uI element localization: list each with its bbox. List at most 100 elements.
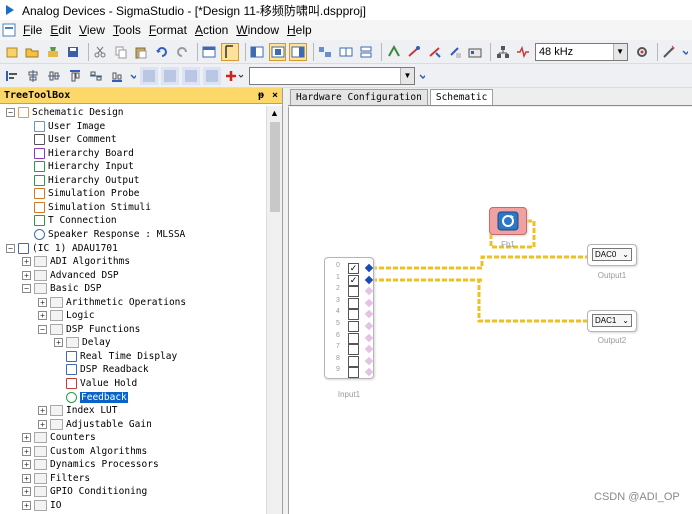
input-channel-checkbox[interactable] — [348, 297, 359, 309]
color-d-icon[interactable] — [203, 66, 221, 85]
tree-item[interactable]: − DSP Functions — [38, 323, 140, 336]
tree-item[interactable]: − Schematic Design — [6, 106, 124, 119]
tree-item[interactable]: − Basic DSP — [22, 282, 101, 295]
toolbar-overflow-icon[interactable] — [129, 67, 137, 85]
input-channel-checkbox[interactable] — [348, 355, 359, 367]
add-icon[interactable] — [224, 67, 246, 85]
menu-edit[interactable]: Edit — [46, 23, 75, 37]
document-icon[interactable] — [2, 23, 16, 37]
menu-tools[interactable]: Tools — [109, 23, 145, 37]
align-top-icon[interactable] — [66, 67, 84, 85]
pin-icon[interactable]: ᵽ — [258, 90, 264, 102]
sample-rate-select[interactable]: 48 kHz ▼ — [534, 42, 628, 61]
scroll-up-icon[interactable]: ▲ — [270, 108, 279, 118]
network-icon[interactable] — [494, 43, 511, 61]
collapse-icon[interactable]: − — [6, 243, 15, 253]
color-b-icon[interactable] — [161, 66, 179, 85]
pointer-tool-icon[interactable] — [221, 42, 239, 61]
signal-wire[interactable] — [372, 278, 587, 323]
panel-center-icon[interactable] — [268, 42, 287, 61]
schematic-canvas[interactable]: Input1 Fb1 DAC0 ⌄ Output1 DAC1 ⌄ Output2… — [288, 107, 692, 514]
expand-icon[interactable]: + — [38, 297, 47, 307]
save-icon[interactable] — [64, 43, 81, 61]
input-channel-checkbox[interactable]: ✓ — [348, 274, 359, 286]
expand-icon[interactable]: + — [38, 311, 47, 321]
align-left-icon[interactable] — [3, 67, 21, 85]
close-icon[interactable]: × — [272, 90, 278, 102]
collapse-icon[interactable]: − — [6, 108, 15, 117]
signal-wire[interactable] — [372, 255, 587, 270]
tree-item[interactable]: Hierarchy Output — [22, 174, 140, 187]
collapse-icon[interactable]: − — [38, 324, 47, 334]
expand-icon[interactable]: + — [22, 270, 31, 280]
output2-select[interactable]: DAC1 ⌄ — [592, 314, 632, 327]
output1-select[interactable]: DAC0 ⌄ — [592, 248, 632, 261]
expand-icon[interactable]: + — [22, 487, 31, 497]
hardware-icon[interactable] — [467, 43, 484, 61]
tree-item[interactable]: − (IC 1) ADAU1701 — [6, 242, 118, 255]
tree-item[interactable]: Hierarchy Board — [22, 147, 134, 160]
tree-item[interactable]: + Logic — [38, 309, 95, 322]
tree-item[interactable]: + IO — [22, 499, 61, 512]
copy-icon[interactable] — [112, 43, 129, 61]
input-channel-checkbox[interactable] — [348, 286, 359, 298]
toolbar-overflow-icon[interactable] — [418, 67, 426, 85]
input-channel-checkbox[interactable] — [348, 344, 359, 356]
tree-item[interactable]: + Index LUT — [38, 404, 117, 417]
menu-action[interactable]: Action — [191, 23, 232, 37]
tree-item[interactable]: + GPIO Conditioning — [22, 485, 147, 498]
tree-item[interactable]: + Advanced DSP — [22, 269, 119, 282]
input-channel-checkbox[interactable] — [348, 332, 359, 344]
tree-item[interactable]: + Arithmetic Operations — [38, 296, 186, 309]
tree-item[interactable]: Hierarchy Input — [22, 160, 134, 173]
tree-item[interactable]: + Filters — [22, 472, 90, 485]
split-icon[interactable] — [337, 43, 354, 61]
new-icon[interactable] — [3, 43, 20, 61]
color-a-icon[interactable] — [140, 66, 158, 85]
open-icon[interactable] — [23, 43, 40, 61]
redo-icon[interactable] — [173, 43, 190, 61]
input-channel-checkbox[interactable] — [348, 309, 359, 321]
tree-item[interactable]: + Counters — [22, 431, 96, 444]
tree-item[interactable]: Simulation Probe — [22, 187, 140, 200]
tree-item[interactable]: + Custom Algorithms — [22, 445, 147, 458]
tree-scrollbar[interactable]: ▲ — [266, 106, 282, 514]
tree-item[interactable]: Speaker Response : MLSSA — [22, 228, 185, 241]
expand-icon[interactable]: + — [22, 500, 31, 510]
tree-item[interactable]: T Connection — [22, 214, 117, 227]
expand-icon[interactable]: + — [22, 257, 31, 267]
open-recent-icon[interactable] — [44, 43, 61, 61]
tree-item[interactable]: + Delay — [54, 336, 111, 349]
color-c-icon[interactable] — [182, 66, 200, 85]
tree-item[interactable]: Value Hold — [54, 377, 137, 390]
align-bottom-icon[interactable] — [87, 67, 105, 85]
link-compile-icon[interactable] — [385, 43, 402, 61]
undo-icon[interactable] — [153, 43, 170, 61]
compile-icon[interactable] — [426, 43, 443, 61]
panel-right-icon[interactable] — [289, 42, 307, 61]
cut-icon[interactable] — [92, 43, 109, 61]
expand-icon[interactable]: + — [22, 473, 31, 483]
settings-icon[interactable] — [633, 43, 650, 61]
menu-file[interactable]: File — [19, 23, 46, 37]
menu-help[interactable]: Help — [283, 23, 316, 37]
tree-item[interactable]: + Dynamics Processors — [22, 458, 159, 471]
expand-icon[interactable]: + — [22, 446, 31, 456]
input-channel-checkbox[interactable]: ✓ — [348, 263, 359, 274]
expand-icon[interactable]: + — [38, 406, 47, 416]
tab-hardware-configuration[interactable]: Hardware Configuration — [290, 89, 428, 105]
scroll-thumb[interactable] — [270, 122, 280, 212]
tab-schematic[interactable]: Schematic — [429, 89, 494, 105]
expand-icon[interactable]: + — [54, 338, 63, 348]
align-center-icon[interactable] — [24, 67, 42, 85]
menu-format[interactable]: Format — [145, 23, 191, 37]
wizard-icon[interactable] — [661, 43, 678, 61]
paste-icon[interactable] — [133, 43, 150, 61]
stack-icon[interactable] — [358, 43, 375, 61]
tree-item[interactable]: + ADI Algorithms — [22, 255, 130, 268]
toolbar-overflow-icon[interactable] — [681, 43, 689, 61]
input-channel-checkbox[interactable] — [348, 321, 359, 332]
font-combo[interactable]: ▼ — [249, 66, 415, 85]
distribute-icon[interactable] — [108, 67, 126, 85]
download-icon[interactable] — [405, 43, 422, 61]
